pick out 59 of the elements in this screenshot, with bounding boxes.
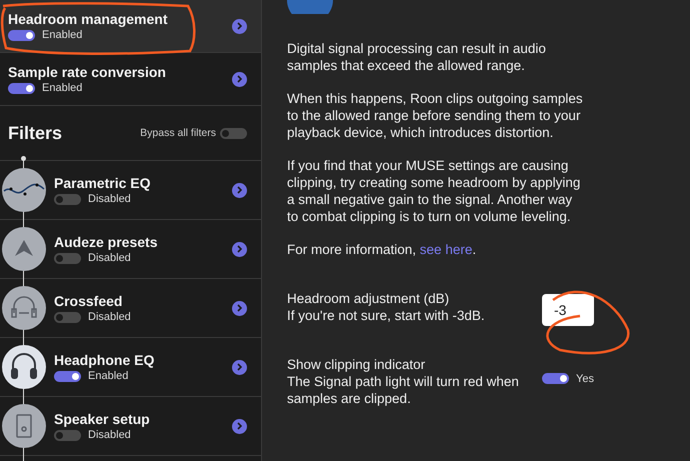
chevron-button[interactable] (232, 360, 247, 374)
chevron-right-icon (236, 22, 243, 30)
chevron-button[interactable] (232, 182, 247, 198)
toggle-switch[interactable] (542, 373, 569, 384)
status-text: Enabled (88, 370, 128, 382)
status-text: Disabled (88, 252, 131, 264)
more-info-text: For more information, see here. (287, 241, 478, 258)
chevron-button[interactable] (232, 72, 247, 86)
headroom-input[interactable]: -3 (542, 294, 594, 326)
chevron-right-icon (236, 363, 243, 371)
toggle-switch[interactable] (54, 430, 81, 440)
setting-hint: If you're not sure, start with -3dB. (287, 307, 486, 324)
filter-item[interactable]: Headphone EQ Enabled (0, 338, 261, 397)
filter-item[interactable]: Crossfeed Disabled (0, 279, 261, 338)
filter-item[interactable]: Parametric EQ Disabled (0, 161, 261, 220)
chevron-right-icon (236, 186, 243, 194)
status-text: Disabled (88, 193, 131, 205)
toggle-switch[interactable] (8, 30, 35, 40)
filter-item[interactable]: Audeze presets Disabled (0, 220, 261, 279)
status-text: Disabled (88, 311, 131, 323)
setting-label: Headroom adjustment (dB) (287, 290, 450, 307)
speaker-icon (2, 404, 46, 448)
description-text: When this happens, Roon clips outgoing samples to the allowed range before sending them to your playback device, which introduces distortion. (287, 90, 584, 141)
filter-title: Speaker setup (54, 411, 151, 427)
filter-title: Crossfeed (54, 293, 124, 309)
headphones-icon (2, 286, 46, 330)
bypass-label: Bypass all filters (140, 127, 216, 139)
section-title: Filters (8, 122, 62, 144)
item-title: Sample rate conversion (8, 64, 167, 80)
chevron-up-icon (2, 227, 46, 271)
chevron-right-icon (236, 422, 243, 430)
toggle-switch[interactable] (220, 128, 247, 138)
toggle-switch[interactable] (54, 252, 81, 264)
chevron-button[interactable] (232, 418, 247, 434)
item-title: Headroom management (8, 11, 168, 27)
chevron-button[interactable] (232, 242, 247, 256)
description-text: If you find that your MUSE settings are causing clipping, try creating some headroom by applying a small negative gain to the signal. Another way to combat clipping is to turn on volume leveling. (287, 157, 582, 225)
setting-hint: The Signal path light will turn red when samples are clipped. (287, 373, 520, 407)
chevron-button[interactable] (232, 18, 247, 34)
chevron-button[interactable] (232, 300, 247, 316)
filter-title: Headphone EQ (54, 352, 156, 368)
filter-title: Audeze presets (54, 234, 158, 250)
chevron-right-icon (236, 75, 243, 83)
chevron-right-icon (236, 245, 243, 253)
see-here-link[interactable]: see here (420, 242, 472, 257)
chevron-right-icon (236, 304, 243, 312)
toggle-switch[interactable] (54, 312, 81, 322)
toggle-switch[interactable] (8, 82, 35, 94)
filter-title: Parametric EQ (54, 175, 152, 191)
toggle-switch[interactable] (54, 194, 81, 204)
status-text: Disabled (88, 429, 131, 441)
toggle-label: Yes (576, 372, 594, 384)
status-text: Enabled (42, 82, 82, 94)
description-text: Digital signal processing can result in audio samples that exceed the allowed range. (287, 40, 547, 74)
toggle-switch[interactable] (54, 370, 81, 382)
filter-item[interactable]: Speaker setup Disabled (0, 397, 261, 456)
status-text: Enabled (42, 29, 82, 41)
setting-label: Show clipping indicator (287, 356, 426, 373)
sidebar-item[interactable]: Headroom management Enabled (0, 0, 261, 53)
